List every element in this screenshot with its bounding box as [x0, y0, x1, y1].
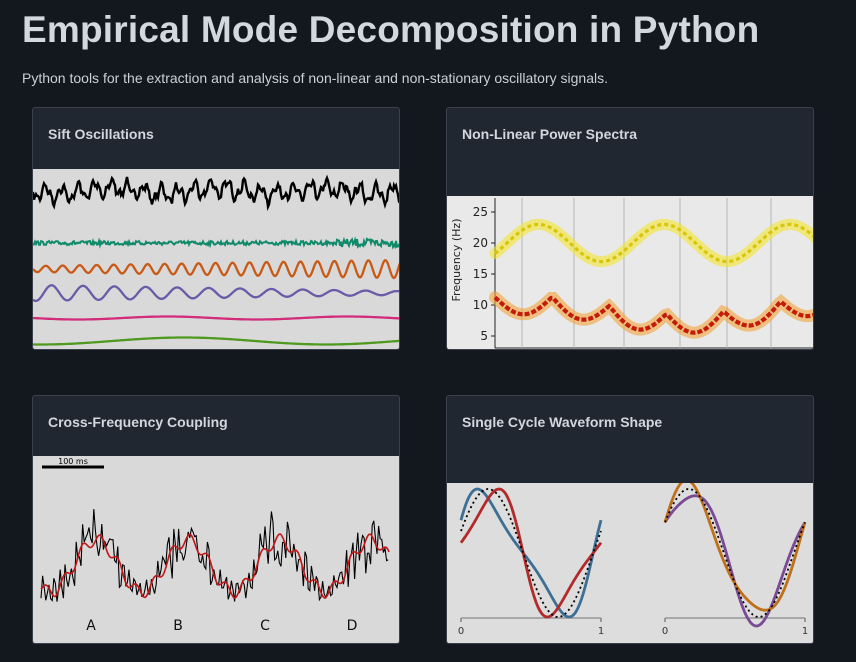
raw-signal-trace: [40, 509, 389, 602]
imf-trace-teal: [33, 236, 399, 250]
imf-trace-green: [33, 336, 399, 346]
card-sift-oscillations[interactable]: Sift Oscillations: [32, 107, 400, 350]
waveform-shape-image: 0 1 0 1: [447, 483, 813, 643]
coupling-trace: 100 ms A B C D: [40, 457, 390, 634]
x-tick-label: 0: [662, 626, 668, 637]
x-tick-label: 1: [598, 626, 604, 637]
imf-trace-purple: [33, 284, 399, 303]
y-tick-label: 25: [473, 205, 488, 219]
imf-trace-pink: [33, 315, 399, 321]
x-tick-label: 0: [458, 626, 464, 637]
y-tick-label: 10: [473, 298, 488, 312]
cycle-label: B: [173, 618, 183, 634]
imf-trace-orange: [33, 258, 399, 280]
card-nonlinear-power-spectra[interactable]: Non-Linear Power Spectra Frequency (Hz) …: [446, 107, 814, 350]
x-tick-label: 1: [802, 626, 808, 637]
page-subtitle: Python tools for the extraction and anal…: [22, 70, 608, 86]
y-tick-label: 5: [480, 329, 488, 343]
waveform-purple: [663, 494, 807, 628]
imf-traces: [33, 174, 399, 346]
cycle-label: C: [260, 618, 270, 634]
card-title: Cross-Frequency Coupling: [48, 414, 228, 430]
card-title: Sift Oscillations: [48, 126, 154, 142]
hilbert-spectrum: Frequency (Hz) 25 20 15 10 5: [450, 198, 813, 349]
spectrum-band-upper-glow: [489, 218, 813, 268]
sift-oscillations-image: [33, 169, 399, 349]
page-title: Empirical Mode Decomposition in Python: [22, 9, 760, 50]
imf-trace-signal: [33, 174, 399, 212]
waveform-mean-right: [664, 488, 806, 618]
spectrum-ylabel: Frequency (Hz): [450, 219, 463, 302]
card-title: Single Cycle Waveform Shape: [462, 414, 663, 430]
card-cross-frequency-coupling[interactable]: Cross-Frequency Coupling 100 ms A B C D: [32, 395, 400, 644]
waveform-orange: [663, 483, 807, 612]
y-tick-label: 20: [473, 236, 488, 250]
card-single-cycle-waveform[interactable]: Single Cycle Waveform Shape 0 1 0 1: [446, 395, 814, 644]
cycle-label: D: [347, 618, 358, 634]
cross-frequency-image: 100 ms A B C D: [33, 456, 399, 643]
waveform-shapes: 0 1 0 1: [458, 483, 808, 637]
card-title: Non-Linear Power Spectra: [462, 126, 638, 142]
power-spectra-image: Frequency (Hz) 25 20 15 10 5: [447, 196, 813, 349]
waveform-red: [459, 487, 603, 619]
filtered-signal-trace: [40, 533, 390, 599]
cycle-label: A: [86, 618, 96, 634]
scale-label: 100 ms: [58, 457, 88, 466]
y-tick-label: 15: [473, 267, 488, 281]
